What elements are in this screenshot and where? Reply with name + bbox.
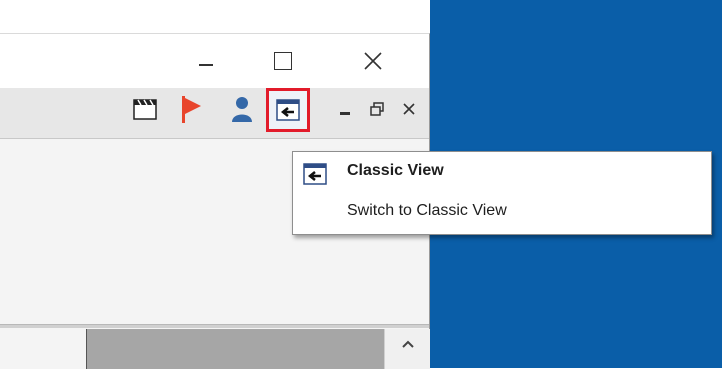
window-minimize-button[interactable] [183,34,229,88]
vertical-scrollbar[interactable] [384,329,430,369]
pane-separator[interactable] [0,324,429,328]
gray-panel [86,329,385,369]
flag-button[interactable] [177,94,207,124]
movie-clapboard-icon [133,99,157,120]
minimize-icon [199,64,213,66]
classic-view-icon [303,163,327,185]
window-maximize-button[interactable] [260,34,306,88]
minimize-icon [340,111,350,115]
close-icon [364,52,382,70]
scroll-up-icon[interactable] [401,337,415,353]
panel-minimize-button[interactable] [330,94,360,124]
tooltip: Classic View Switch to Classic View [292,151,712,235]
maximize-icon [274,52,292,70]
movie-button[interactable] [130,94,160,124]
panel-restore-button[interactable] [362,94,392,124]
user-button[interactable] [227,94,257,124]
classic-view-button[interactable] [266,88,310,132]
panel-close-button[interactable] [394,94,424,124]
window-close-button[interactable] [350,34,396,88]
restore-icon [370,102,384,116]
tooltip-title: Classic View [347,162,444,179]
user-icon [232,97,252,122]
toolbar [0,88,429,139]
classic-view-icon [276,99,300,121]
top-strip [0,0,430,14]
tooltip-description: Switch to Classic View [347,202,507,219]
close-icon [403,103,415,115]
flag-icon [182,96,201,123]
title-bar [0,34,429,88]
